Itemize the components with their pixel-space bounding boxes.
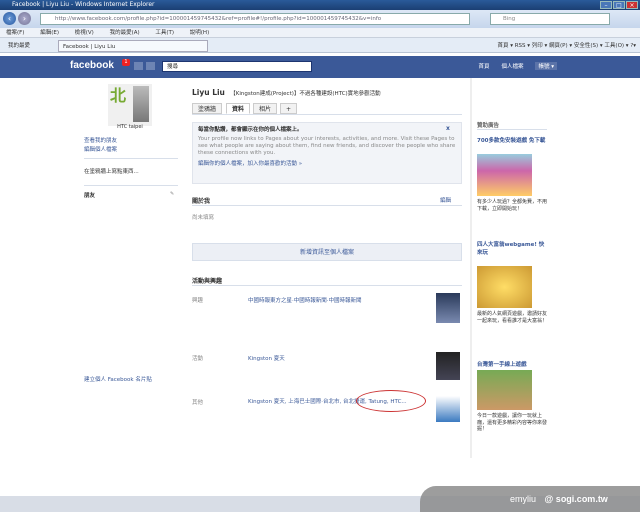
tab-info[interactable]: 資料 [226,103,251,114]
browser-search-input[interactable]: Bing [490,13,610,25]
likes-row-value[interactable]: Kingston 夏天 [248,354,428,362]
fb-header: facebook 1 搜尋 首頁 個人檔案 帳號 ▾ [0,56,640,78]
section-likes-title: 活動與興趣 [192,278,223,285]
divider [192,285,462,286]
notice-close-icon[interactable]: x [446,125,450,132]
sidebar-view-friends[interactable]: 查看我的朋友 [84,136,117,144]
likes-row-label: 興趣 [192,298,204,304]
window-title: Facebook | Liyu Liu - Windows Internet E… [12,1,155,8]
divider [192,205,462,206]
annotation-circle [356,390,426,412]
ad-title[interactable]: 700多款免安裝遊戲 免下載 [477,136,547,144]
tab-add[interactable]: + [280,103,298,114]
tab-wall[interactable]: 塗鴉牆 [192,103,223,114]
fb-search-input[interactable]: 搜尋 [162,61,312,72]
sidebar-friends-header: 朋友 [84,193,96,199]
section-basic-title: 關於我 [192,198,211,205]
menu-favorites[interactable]: 我的最愛(A) [110,30,140,36]
notice-link[interactable]: 編輯你的個人檔案，加入你最喜歡的活動 » [198,161,456,168]
maximize-button[interactable]: □ [613,1,625,9]
likes-thumbnail[interactable] [436,352,460,380]
menu-edit[interactable]: 編輯(E) [40,30,59,36]
menubar: 檔案(F) 編輯(E) 檢視(V) 我的最愛(A) 工具(T) 說明(H) [0,28,640,38]
ad-text: 最新的人氣網頁遊戲，邀請好友一起來玩，看看誰才是大富翁！ [477,311,548,324]
close-button[interactable]: × [626,1,638,9]
forward-icon[interactable]: › [18,12,31,25]
url-input[interactable]: http://www.facebook.com/profile.php?id=1… [40,13,470,25]
menu-view[interactable]: 檢視(V) [75,30,94,36]
divider [477,129,547,130]
menu-tools[interactable]: 工具(T) [155,30,174,36]
profile-heading: Liyu Liu 【Kingston建成(Project)】不過各種建設(HTC… [192,88,381,97]
ad-image[interactable] [477,266,532,308]
pencil-icon[interactable]: ✎ [170,191,174,197]
ad-title[interactable]: 四人大富翁webgame! 快來玩 [477,240,547,256]
fb-nav: 首頁 個人檔案 帳號 ▾ [478,62,557,70]
divider [84,185,178,186]
ad-image[interactable] [477,370,532,410]
add-info-button[interactable]: 新增資訊至個人檔案 [192,243,462,261]
profile-name: Liyu Liu [192,88,225,97]
likes-row-label: 其他 [192,400,204,406]
likes-thumbnail[interactable] [436,293,460,323]
section-basic-edit[interactable]: 編輯 [440,196,451,204]
browser-tabbar: 我的最愛 Facebook | Liyu Liu 首頁 ▾ RSS ▾ 列印 ▾… [0,38,640,53]
tab-facebook[interactable]: Facebook | Liyu Liu [58,40,208,52]
menu-help[interactable]: 說明(H) [190,30,209,36]
likes-row-value[interactable]: 中國時報東方之星‧中國時報新聞‧中國時報新聞 [248,296,428,304]
back-icon[interactable]: ‹ [3,12,16,25]
favorites-button[interactable]: 我的最愛 [4,40,34,52]
friends-icon[interactable] [146,62,155,70]
ad-text: 今日一款遊戲，讓你一玩就上癮，還有更多精彩內容等你來發掘！ [477,413,548,432]
notice-body: Your profile now links to Pages about yo… [198,136,456,156]
notice-title: 每當你點讚，都會顯示在你的個人檔案上。 [198,127,303,133]
tower-image [133,86,149,122]
sidebar-badge-link[interactable]: 建立個人 Facebook 名片貼 [84,375,152,383]
nav-home[interactable]: 首頁 [478,62,489,70]
section-empty-text: 尚未填寫 [192,215,215,221]
tab-underline [192,114,462,115]
watermark-user: emyliu [510,494,537,504]
address-toolbar: ‹ › http://www.facebook.com/profile.php?… [0,10,640,28]
nav-account[interactable]: 帳號 ▾ [535,62,557,70]
profile-notice: 每當你點讚，都會顯示在你的個人檔案上。 Your profile now lin… [192,122,462,184]
profile-picture-char: 北 [110,86,127,105]
profile-tagline: 【Kingston建成(Project)】不過各種建設(HTC)實地參觀活動 [230,91,381,97]
ad-text: 有多少人玩過？全都免費，不用下載，立即開始玩！ [477,199,548,212]
ads-header: 贊助廣告 [477,123,500,129]
minimize-button[interactable]: – [600,1,612,9]
likes-row-label: 活動 [192,356,204,362]
divider [84,158,178,159]
ad-title[interactable]: 台灣第一手線上遊戲 [477,360,547,368]
likes-thumbnail[interactable] [436,396,460,422]
command-bar[interactable]: 首頁 ▾ RSS ▾ 列印 ▾ 網頁(P) ▾ 安全性(S) ▾ 工具(O) ▾… [497,40,636,52]
column-divider [470,78,472,458]
messages-icon[interactable] [134,62,143,70]
sidebar-write-post[interactable]: 在塗鴉牆上寫點東西... [84,167,139,175]
notification-badge[interactable]: 1 [122,59,130,66]
facebook-logo[interactable]: facebook [70,60,114,71]
nav-profile[interactable]: 個人檔案 [501,62,523,70]
watermark: emyliu @ sogi.com.tw [420,486,640,512]
profile-brand: HTC taipei [117,124,143,130]
menu-file[interactable]: 檔案(F) [6,30,24,36]
sidebar-edit-profile[interactable]: 編輯個人檔案 [84,145,117,153]
watermark-site: @ sogi.com.tw [544,494,608,504]
ad-image[interactable] [477,154,532,196]
tab-photos[interactable]: 相片 [253,103,278,114]
window-titlebar: Facebook | Liyu Liu - Windows Internet E… [0,0,640,10]
